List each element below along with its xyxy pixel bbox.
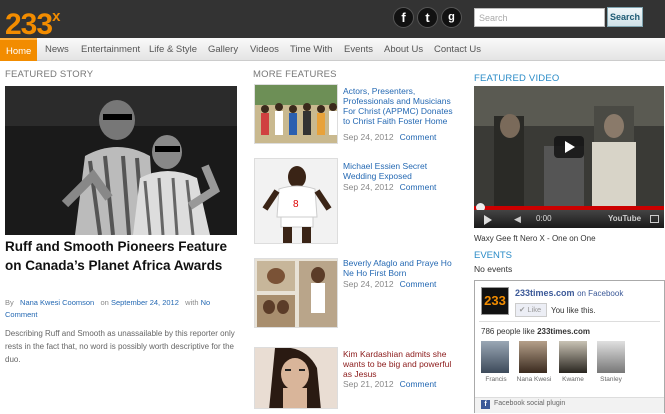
feature-title-kardashian[interactable]: Kim Kardashian admits she wants to be bi… — [343, 349, 455, 379]
nav-life-style[interactable]: Life & Style — [149, 38, 197, 61]
comment-link-2[interactable]: Comment — [5, 310, 38, 319]
feature-comment-link[interactable]: Comment — [400, 379, 437, 389]
featured-story-image[interactable] — [5, 86, 237, 235]
facebook-small-icon: f — [481, 400, 490, 409]
fb-divider — [479, 321, 660, 322]
volume-icon[interactable]: ◀ — [514, 214, 524, 224]
fb-friend-name[interactable]: Nana Kwesi — [515, 376, 553, 383]
featured-story-heading: FEATURED STORY — [5, 69, 94, 80]
play-button[interactable] — [554, 136, 584, 158]
fb-you-like: You like this. — [551, 306, 596, 315]
feature-thumb-beverly[interactable] — [254, 258, 338, 328]
feature-title-essien[interactable]: Michael Essien Secret Wedding Exposed — [343, 161, 455, 181]
feature-thumb-kardashian[interactable] — [254, 347, 338, 409]
feature-meta-appmc: Sep 24, 2012 Comment — [343, 132, 437, 142]
fb-friend-avatar[interactable] — [559, 341, 587, 373]
fb-like-count: 786 people like 233times.com — [481, 327, 590, 336]
play-small-icon[interactable] — [484, 215, 492, 225]
feature-meta-kardashian: Sep 21, 2012 Comment — [343, 379, 437, 389]
fb-friend-avatar[interactable] — [481, 341, 509, 373]
feature-meta-essien: Sep 24, 2012 Comment — [343, 182, 437, 192]
svg-text:8: 8 — [293, 199, 299, 210]
video-player[interactable]: ◀ 0:00 YouTube — [474, 86, 664, 228]
more-features-heading: MORE FEATURES — [253, 69, 337, 80]
feature-comment-link[interactable]: Comment — [400, 182, 437, 192]
facebook-like-box: 233 233times.com on Facebook ✔ Like You … — [474, 280, 665, 413]
fb-page-link[interactable]: 233times.com — [515, 288, 575, 298]
featured-story-byline: By Nana Kwesi Coomson on September 24, 2… — [5, 298, 211, 319]
feature-comment-link[interactable]: Comment — [400, 279, 437, 289]
nav-news[interactable]: News — [45, 38, 69, 61]
nav-gallery[interactable]: Gallery — [208, 38, 238, 61]
search-button[interactable]: Search — [607, 7, 643, 27]
nav-contact-us[interactable]: Contact Us — [434, 38, 481, 61]
feature-title-appmc[interactable]: Actors, Presenters, Professionals and Mu… — [343, 86, 455, 126]
fb-friend-avatar[interactable] — [519, 341, 547, 373]
top-bar: 233x f t g Search — [0, 0, 665, 41]
thumbs-up-icon: ✔ — [519, 305, 526, 314]
fb-like-button[interactable]: ✔ Like — [515, 303, 547, 317]
events-heading: EVENTS — [474, 250, 513, 261]
feature-thumb-essien[interactable]: 8 — [254, 158, 338, 244]
fb-friend-avatar[interactable] — [597, 341, 625, 373]
twitter-icon[interactable]: t — [417, 7, 438, 28]
fb-page-title: 233times.com on Facebook — [515, 288, 624, 298]
site-logo[interactable]: 233x — [5, 3, 60, 41]
events-text: No events — [474, 264, 513, 274]
author-link[interactable]: Nana Kwesi Coomson — [20, 298, 94, 307]
comment-link[interactable]: No — [201, 298, 211, 307]
play-icon — [565, 141, 575, 153]
search-input[interactable] — [474, 8, 605, 27]
main-nav: Home News Entertainment Life & Style Gal… — [0, 38, 665, 61]
feature-comment-link[interactable]: Comment — [400, 132, 437, 142]
nav-events[interactable]: Events — [344, 38, 373, 61]
google-plus-icon[interactable]: g — [441, 7, 462, 28]
feature-title-beverly[interactable]: Beverly Afaglo and Praye Ho Ne Ho First … — [343, 258, 455, 278]
fb-friend-name[interactable]: Kwame — [555, 376, 591, 383]
facebook-icon[interactable]: f — [393, 7, 414, 28]
youtube-logo[interactable]: YouTube — [608, 214, 641, 223]
fb-page-avatar[interactable]: 233 — [481, 287, 509, 315]
nav-time-with[interactable]: Time With — [290, 38, 332, 61]
feature-thumb-appmc[interactable] — [254, 84, 338, 144]
nav-about-us[interactable]: About Us — [384, 38, 423, 61]
nav-videos[interactable]: Videos — [250, 38, 279, 61]
fb-plugin-label[interactable]: Facebook social plugin — [494, 400, 565, 407]
date-link[interactable]: September 24, 2012 — [111, 298, 179, 307]
featured-story-title[interactable]: Ruff and Smooth Pioneers Feature on Cana… — [5, 238, 237, 275]
nav-home[interactable]: Home — [0, 38, 38, 61]
fb-friend-name[interactable]: Stanley — [593, 376, 629, 383]
fb-friend-name[interactable]: Francis — [478, 376, 514, 383]
feature-meta-beverly: Sep 24, 2012 Comment — [343, 279, 437, 289]
featured-video-heading: FEATURED VIDEO — [474, 73, 560, 84]
featured-story-excerpt: Describing Ruff and Smooth as unassailab… — [5, 329, 235, 364]
fullscreen-icon[interactable] — [650, 215, 659, 223]
video-caption: Waxy Gee ft Nero X - One on One — [474, 234, 596, 243]
video-time: 0:00 — [536, 214, 552, 223]
nav-entertainment[interactable]: Entertainment — [81, 38, 140, 61]
